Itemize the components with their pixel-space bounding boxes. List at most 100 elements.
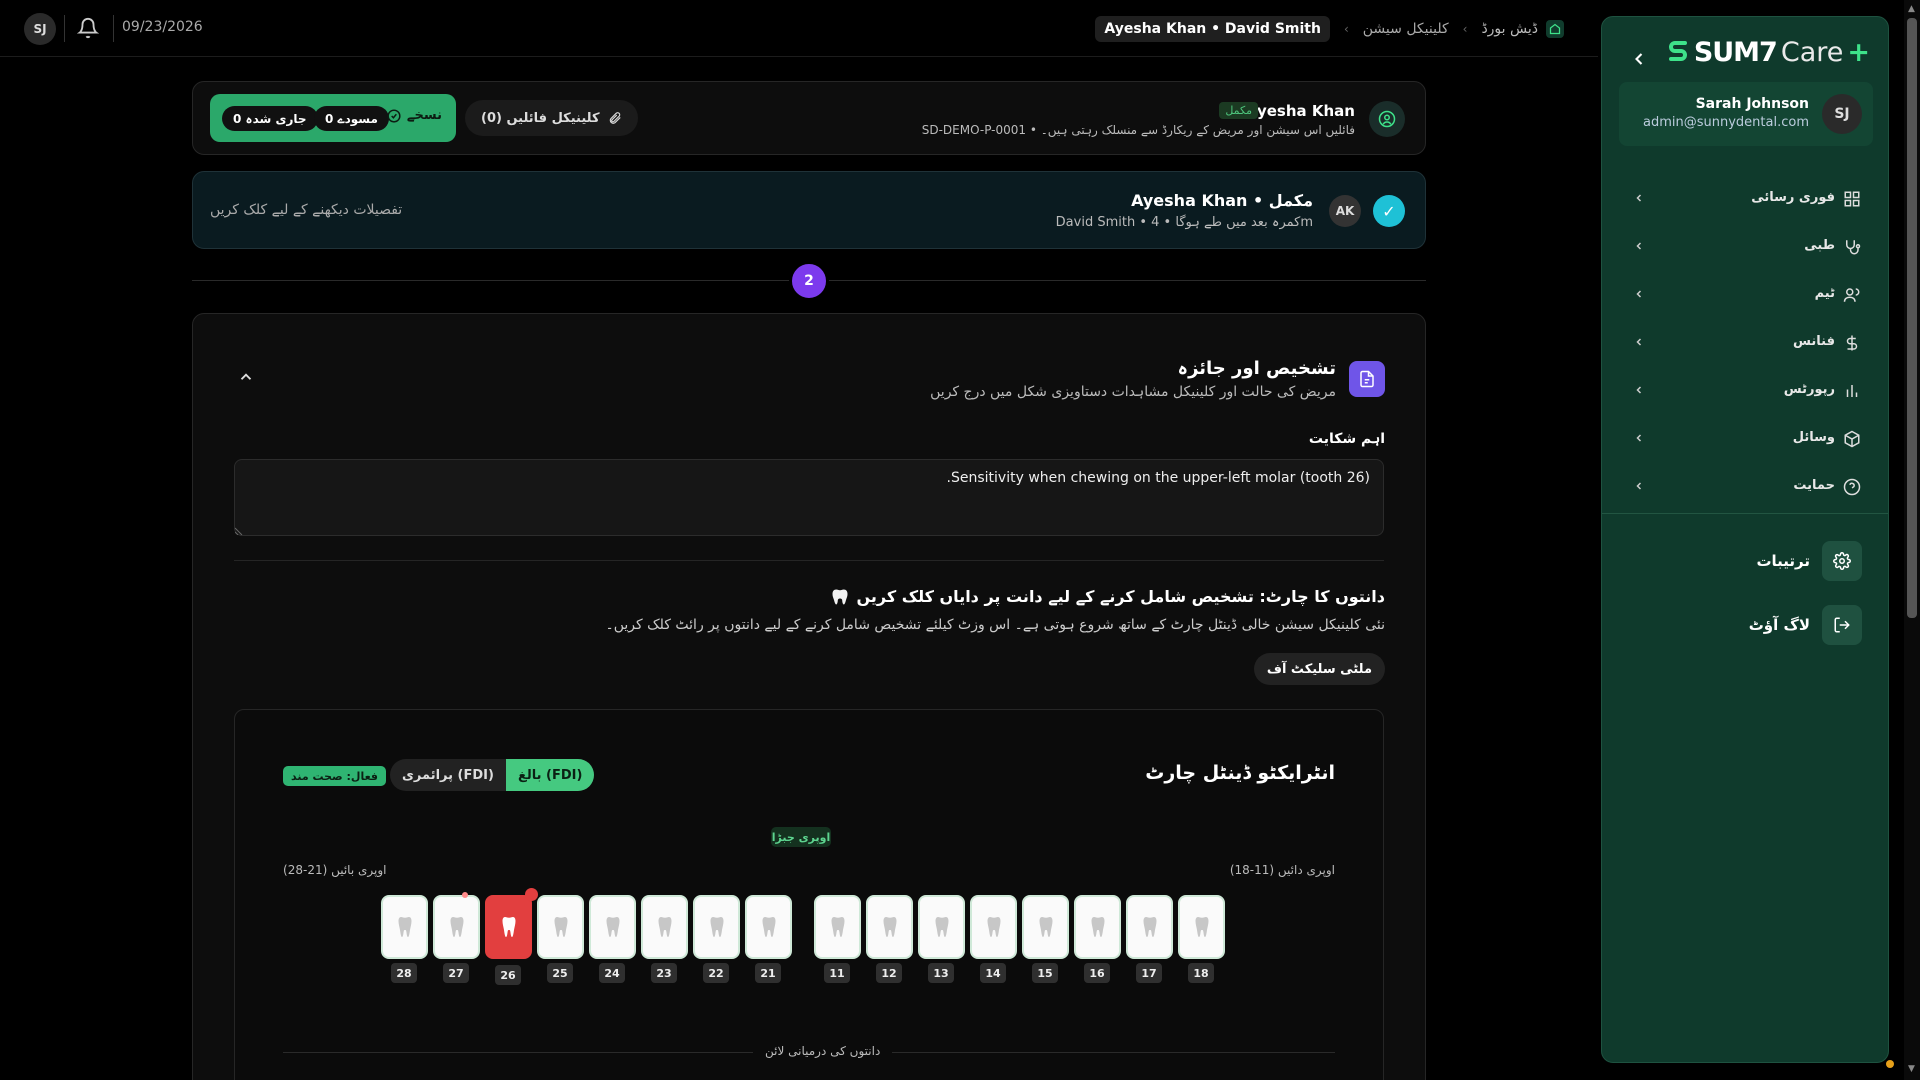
tooth-icon [398, 917, 411, 937]
scroll-thumb[interactable] [1907, 18, 1917, 618]
logout-label[interactable]: لاگ آؤٹ [1749, 616, 1810, 634]
prescriptions-label-text: نسخے [406, 108, 442, 123]
settings-button[interactable] [1822, 541, 1862, 581]
resize-handle-icon[interactable] [235, 527, 243, 535]
tooth-15[interactable] [1022, 895, 1069, 959]
tooth-26[interactable] [485, 895, 532, 959]
sidebar-item-resources[interactable]: وسائل [1602, 415, 1888, 463]
tooth-22[interactable] [693, 895, 740, 959]
chevron-left-icon [1636, 434, 1642, 442]
scroll-down-icon[interactable]: ▼ [1908, 1064, 1915, 1074]
logo-plus: + [1847, 37, 1870, 68]
divider [64, 15, 65, 42]
tooth-18[interactable] [1178, 895, 1225, 959]
sidebar-item-finance[interactable]: فنانس [1602, 319, 1888, 367]
user-email: admin@sunnydental.com [1643, 115, 1809, 130]
user-circle-icon [1369, 101, 1405, 137]
avatar: SJ [1822, 94, 1862, 134]
box-icon [1844, 430, 1860, 448]
drafts-pill[interactable]: 0 مسودے [314, 106, 389, 131]
tooth-25[interactable] [537, 895, 584, 959]
top-bar: SJ 09/23/2026 ڈیش بورڈ ‹ کلینیکل سیشن ‹ … [0, 0, 1598, 57]
breadcrumb-home-label: ڈیش بورڈ [1481, 20, 1538, 37]
tooth-16[interactable] [1074, 895, 1121, 959]
session-summary-card[interactable]: ✓ AK Ayesha Khan • مکمل David Smith • کم… [192, 171, 1426, 249]
logout-icon [1834, 617, 1850, 633]
tooth-number-label: 28 [391, 963, 417, 983]
sidebar-item-quick-access[interactable]: فوری رسائی [1602, 175, 1888, 223]
user-card[interactable]: SJ Sarah Johnson admin@sunnydental.com [1619, 82, 1873, 146]
issued-pill[interactable]: 0 جاری شدہ [222, 106, 318, 131]
active-condition-badge: فعال: صحت مند [283, 766, 387, 786]
tooth-14[interactable] [970, 895, 1017, 959]
chevron-up-icon[interactable] [237, 368, 255, 386]
diagnosis-card: تشخیص اور جائزہ مریض کی حالت اور کلینیکل… [192, 313, 1426, 1080]
multi-select-toggle[interactable]: ملٹی سلیکٹ آف [1253, 653, 1385, 685]
tooth-12[interactable] [866, 895, 913, 959]
clinical-files-button[interactable]: کلینیکل فائلیں (0) [465, 100, 638, 136]
breadcrumb-home[interactable]: ڈیش بورڈ [1481, 19, 1564, 38]
prescriptions-label[interactable]: نسخے [387, 108, 442, 123]
tooth-chart-heading: دانتوں کا چارٹ: تشخیص شامل کرنے کے لیے د… [831, 587, 1385, 606]
check-circle-icon [387, 108, 401, 123]
tooth-number-label: 17 [1136, 963, 1162, 983]
document-icon [1349, 361, 1385, 397]
upper-right-label: اوپری دائیں (11-18) [1229, 863, 1335, 877]
tooth-number-label: 21 [755, 963, 781, 983]
paperclip-icon [609, 112, 621, 124]
sidebar-item-support[interactable]: حمایت [1602, 463, 1888, 511]
tooth-number-label: 22 [703, 963, 729, 983]
tooth-icon [1195, 917, 1208, 937]
tooth-21[interactable] [745, 895, 792, 959]
bar-chart-icon [1846, 385, 1858, 397]
divider [234, 560, 1384, 561]
scroll-up-icon[interactable]: ▲ [1908, 4, 1915, 14]
tooth-13[interactable] [918, 895, 965, 959]
scrollbar[interactable]: ▲ ▼ [1904, 0, 1920, 1080]
section-title: تشخیص اور جائزہ [1177, 358, 1336, 379]
upper-left-label: اوپری بائیں (21-28) [283, 863, 387, 877]
bell-icon[interactable] [77, 16, 99, 40]
step-number: 2 [789, 261, 829, 301]
tooth-number-label: 24 [599, 963, 625, 983]
chevron-left-icon [1636, 290, 1642, 298]
chevron-left-icon: ‹ [1343, 21, 1349, 36]
sidebar-item-label: حمایت [1793, 478, 1835, 493]
logo-mark-icon [1668, 40, 1687, 61]
breadcrumb: ڈیش بورڈ ‹ کلینیکل سیشن ‹ Ayesha Khan • … [1095, 14, 1564, 43]
tooth-number-label: 13 [928, 963, 954, 983]
breadcrumb-section[interactable]: کلینیکل سیشن [1363, 21, 1449, 37]
logout-button[interactable] [1822, 605, 1862, 645]
upper-jaw-label: اوپری جبڑا [771, 827, 831, 847]
user-avatar[interactable]: SJ [24, 13, 56, 45]
tab-primary[interactable]: پرائمری (FDI) [390, 759, 506, 791]
tooth-icon [831, 917, 844, 937]
chevron-left-icon [1636, 194, 1642, 202]
tooth-icon [1091, 917, 1104, 937]
tooth-27[interactable] [433, 895, 480, 959]
sidebar-item-team[interactable]: ٹیم [1602, 271, 1888, 319]
chief-complaint-input[interactable]: Sensitivity when chewing on the upper-le… [234, 459, 1384, 536]
patient-subtitle: SD-DEMO-P-0001 • فائلیں اس سیشن اور مریض… [921, 123, 1355, 137]
settings-label[interactable]: ترتیبات [1756, 552, 1810, 570]
tab-adult[interactable]: بالغ (FDI) [505, 759, 595, 791]
status-badge: مکمل [1219, 102, 1258, 119]
sidebar-item-reports[interactable]: رپورٹس [1602, 367, 1888, 415]
tooth-number-label: 15 [1032, 963, 1058, 983]
tooth-icon [762, 917, 775, 937]
dentition-toggle: پرائمری (FDI) بالغ (FDI) [390, 759, 595, 791]
tooth-23[interactable] [641, 895, 688, 959]
brand-logo: SUM7 Care + [1666, 37, 1870, 68]
tooth-number-label: 12 [876, 963, 902, 983]
tooth-number-label: 26 [495, 965, 521, 985]
tooth-number-label: 25 [547, 963, 573, 983]
tooth-24[interactable] [589, 895, 636, 959]
chevron-left-icon [1636, 482, 1642, 490]
tooth-28[interactable] [381, 895, 428, 959]
sidebar-item-label: وسائل [1792, 430, 1835, 445]
chevron-left-icon[interactable] [1629, 49, 1649, 69]
tooth-17[interactable] [1126, 895, 1173, 959]
tooth-11[interactable] [814, 895, 861, 959]
sidebar-item-medical[interactable]: طبی [1602, 223, 1888, 271]
view-details-link[interactable]: تفصیلات دیکھنے کے لیے کلک کریں [210, 202, 402, 218]
